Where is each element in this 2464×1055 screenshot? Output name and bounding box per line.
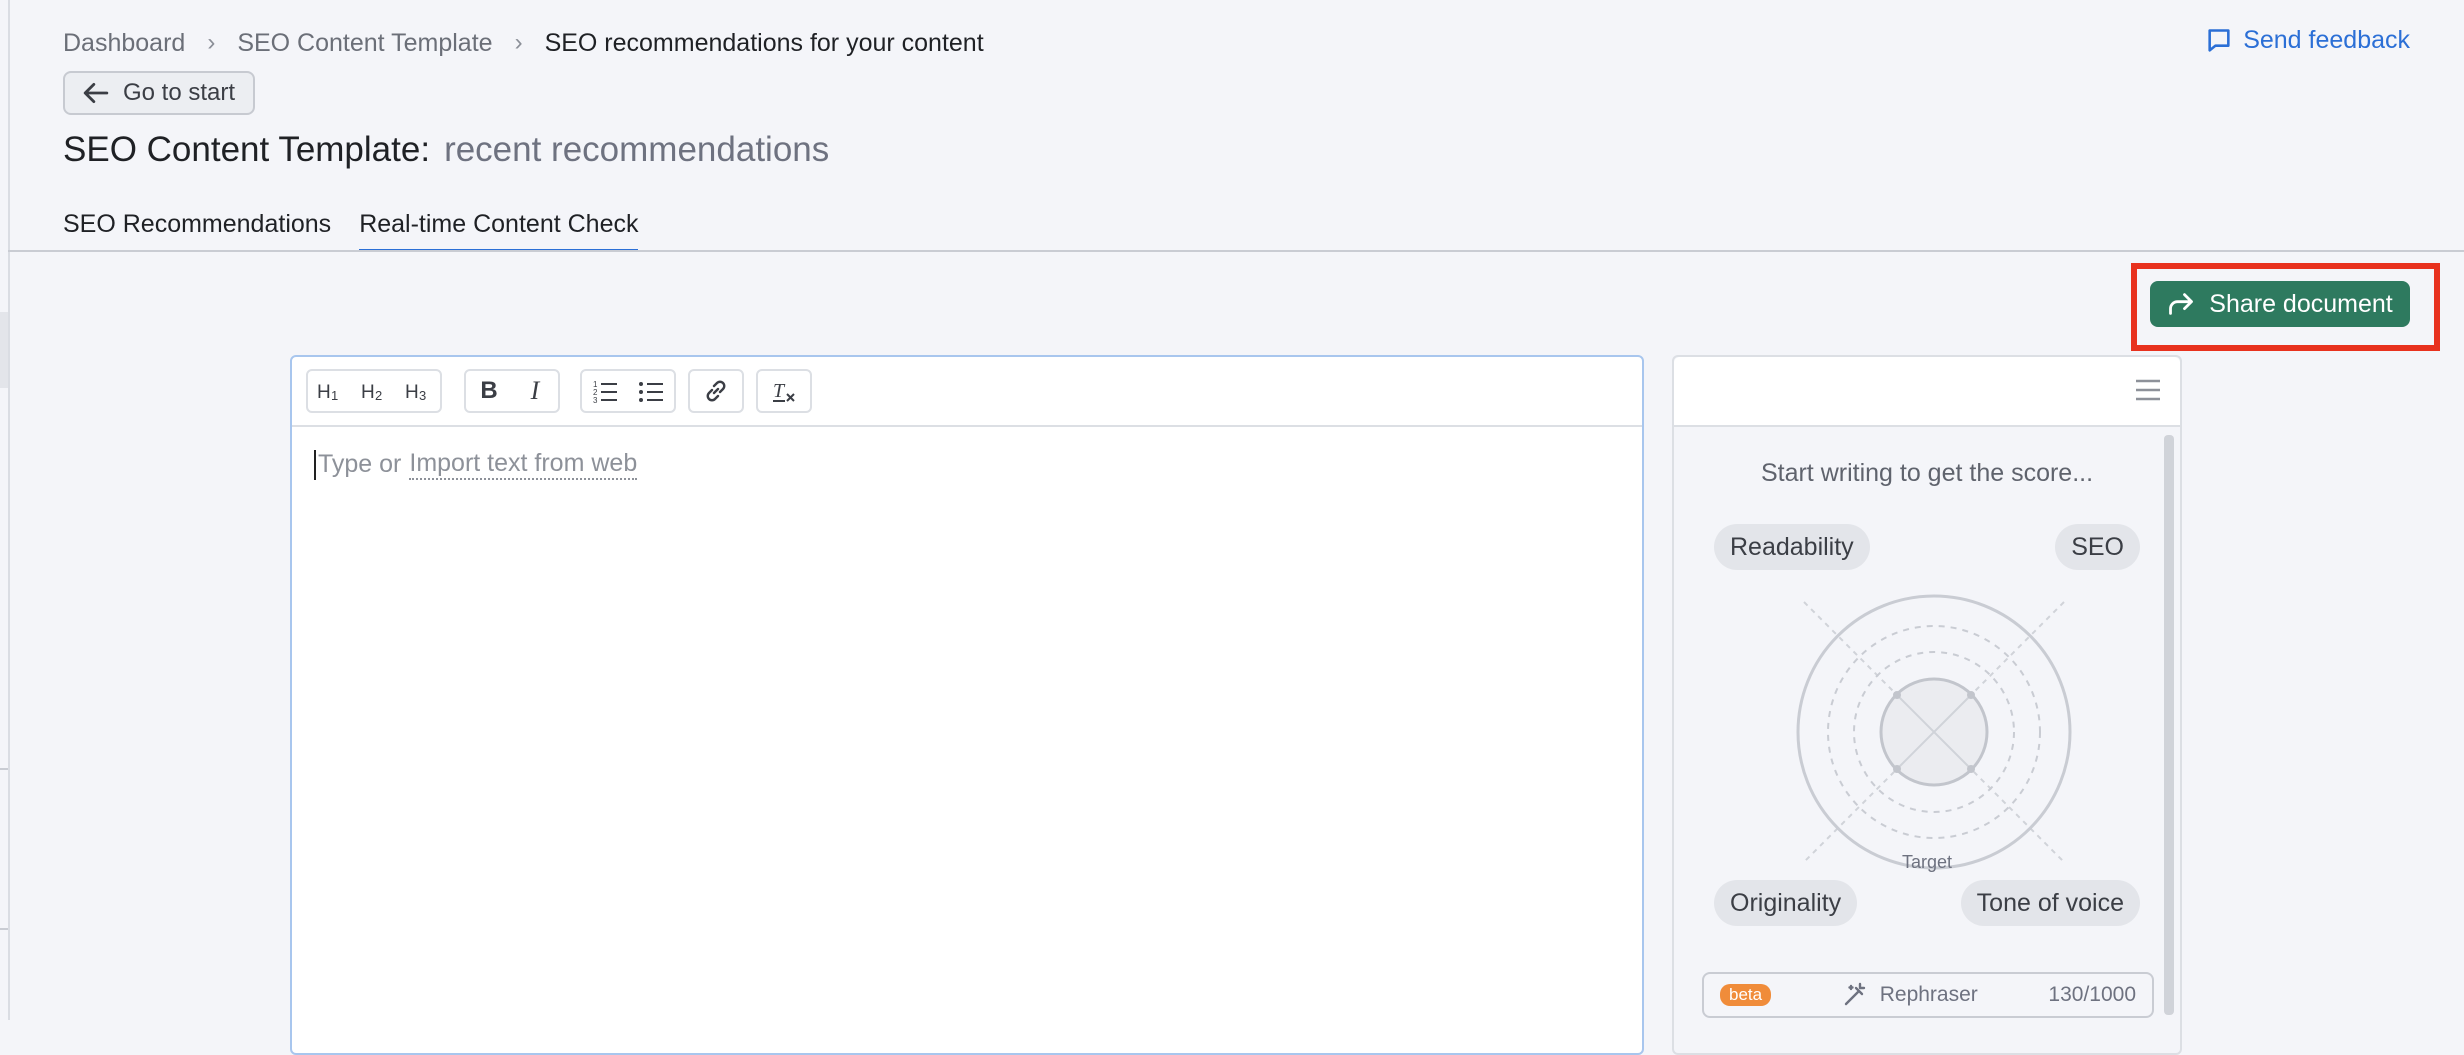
rephraser-bar[interactable]: beta Rephraser 130/1000: [1702, 972, 2154, 1018]
share-arrow-icon: [2169, 293, 2194, 315]
rephraser-center: Rephraser: [1842, 982, 1978, 1008]
breadcrumb-dashboard[interactable]: Dashboard: [63, 29, 185, 58]
share-document-label: Share document: [2209, 289, 2393, 318]
heading-1-icon: H1: [317, 382, 338, 403]
send-feedback-label: Send feedback: [2243, 26, 2410, 54]
heading-3-icon: H3: [405, 382, 426, 403]
svg-text:H: H: [317, 382, 331, 403]
breadcrumb-current: SEO recommendations for your content: [544, 28, 984, 57]
go-to-start-button[interactable]: Go to start: [63, 71, 256, 115]
heading-1-button[interactable]: H1: [308, 371, 352, 411]
svg-text:3: 3: [419, 388, 426, 403]
share-document-button[interactable]: Share document: [2150, 281, 2410, 327]
page-title-main: SEO Content Template:: [63, 130, 431, 169]
heading-group: H1 H2 H3: [306, 369, 442, 413]
clear-formatting-icon: T: [773, 380, 795, 402]
import-text-link[interactable]: Import text from web: [409, 449, 638, 480]
target-label: Target: [1901, 852, 1953, 872]
svg-text:T: T: [773, 380, 786, 402]
heading-2-icon: H2: [361, 382, 382, 403]
rail-marker: [0, 312, 8, 388]
italic-button[interactable]: I: [512, 371, 558, 411]
score-radar-chart: [1796, 594, 2072, 870]
ordered-list-button[interactable]: 123: [582, 371, 628, 411]
tone-of-voice-pill[interactable]: Tone of voice: [1960, 880, 2140, 926]
hamburger-menu-icon[interactable]: [2134, 377, 2162, 403]
link-button[interactable]: [693, 371, 739, 411]
send-feedback-link[interactable]: Send feedback: [2205, 26, 2410, 55]
bullet-list-icon: [639, 382, 663, 402]
score-panel: Start writing to get the score... Readab…: [1672, 355, 2182, 1055]
rail-divider: [0, 928, 8, 930]
score-panel-header: [1674, 357, 2180, 427]
rephraser-label: Rephraser: [1879, 983, 1978, 1006]
link-icon: [706, 380, 726, 402]
magic-wand-icon: [1844, 982, 1865, 1006]
beta-badge: beta: [1720, 984, 1772, 1006]
tab-real-time-content-check[interactable]: Real-time Content Check: [359, 210, 639, 252]
tab-bar: SEO Recommendations Real-time Content Ch…: [63, 210, 639, 252]
bold-button[interactable]: B: [466, 371, 512, 411]
feedback-icon: [2208, 28, 2230, 52]
tab-seo-recommendations[interactable]: SEO Recommendations: [63, 210, 331, 252]
arrow-left-icon: [83, 82, 109, 104]
rephraser-count: 130/1000: [2048, 983, 2136, 1006]
clear-format-group: T: [756, 369, 812, 413]
format-group: B I: [464, 369, 560, 413]
editor-placeholder[interactable]: Type or Import text from web: [314, 449, 638, 480]
rail-divider: [0, 768, 8, 770]
svg-text:H: H: [361, 382, 375, 403]
svg-text:3: 3: [593, 396, 598, 405]
originality-pill[interactable]: Originality: [1714, 880, 1858, 926]
svg-text:H: H: [405, 382, 419, 403]
left-rail: [0, 0, 10, 1020]
heading-3-button[interactable]: H3: [396, 371, 440, 411]
chevron-right-icon: ›: [207, 29, 216, 56]
text-caret: [314, 449, 316, 480]
score-message: Start writing to get the score...: [1760, 459, 2094, 487]
page-title: SEO Content Template: recent recommendat…: [63, 130, 829, 170]
list-group: 123: [580, 369, 676, 413]
link-group: [688, 369, 744, 413]
chevron-right-icon: ›: [514, 29, 523, 56]
text-editor: H1 H2 H3 B I 123 T Type or Import text f…: [290, 355, 1644, 1055]
readability-pill[interactable]: Readability: [1714, 524, 1870, 570]
panel-scrollbar[interactable]: [2164, 435, 2174, 1015]
heading-2-button[interactable]: H2: [352, 371, 396, 411]
go-to-start-label: Go to start: [123, 79, 236, 106]
ordered-list-icon: 123: [593, 380, 617, 405]
breadcrumb-seo-content-template[interactable]: SEO Content Template: [237, 29, 492, 58]
svg-text:1: 1: [331, 388, 338, 403]
clear-formatting-button[interactable]: T: [761, 371, 807, 411]
editor-toolbar: H1 H2 H3 B I 123 T: [292, 357, 1642, 427]
tabs-divider: [8, 250, 2464, 252]
placeholder-prefix: Type or: [318, 450, 402, 478]
breadcrumb: Dashboard › SEO Content Template › SEO r…: [63, 26, 984, 60]
bullet-list-button[interactable]: [628, 371, 674, 411]
seo-pill[interactable]: SEO: [2055, 524, 2140, 570]
page-title-sub: recent recommendations: [444, 130, 830, 169]
svg-text:2: 2: [375, 388, 382, 403]
